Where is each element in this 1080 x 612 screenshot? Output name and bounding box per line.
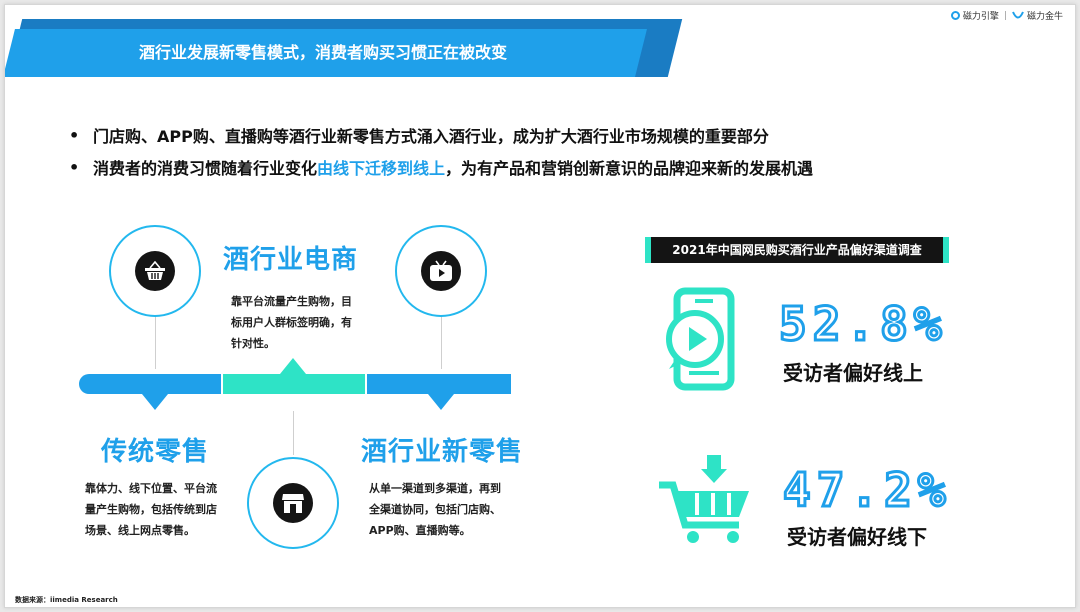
brand-separator: |	[1003, 10, 1007, 21]
shopping-cart-icon	[659, 455, 749, 543]
bullet-list: • 门店购、APP购、直播购等酒行业新零售方式涌入酒行业，成为扩大酒行业市场规模…	[69, 119, 813, 183]
brand-left-label: 磁力引擎	[962, 12, 999, 22]
brand-logos: 磁力引擎 | 磁力金牛	[950, 9, 1063, 22]
desc-line: APP购、直播购等。	[369, 524, 471, 537]
desc-line: 靠体力、线下位置、平台流	[85, 482, 217, 495]
bullet-text-before: 消费者的消费习惯随着行业变化	[93, 159, 318, 178]
bullet-item: • 消费者的消费习惯随着行业变化 由线下迁移到线上 ，为有产品和营销创新意识的品…	[69, 151, 813, 183]
cili-engine-logo-icon	[950, 11, 960, 20]
cili-jinniu-logo-icon	[1012, 11, 1024, 18]
slide: 酒行业发展新零售模式，消费者购买习惯正在被改变 磁力引擎 | 磁力金牛 • 门店…	[4, 4, 1076, 608]
timeline-pointer-up	[280, 358, 306, 374]
tv-play-icon	[421, 251, 461, 291]
brand-right-label: 磁力金牛	[1026, 12, 1063, 22]
page-title: 酒行业发展新零售模式，消费者购买习惯正在被改变	[138, 43, 507, 62]
survey-title: 2021年中国网民购买酒行业产品偏好渠道调查	[645, 237, 949, 263]
timeline-segment-new-retail	[367, 374, 511, 394]
timeline-pointer-down	[142, 394, 168, 410]
bullet-marker: •	[69, 125, 80, 145]
new-retail-icon-circle	[395, 225, 487, 317]
phone-video-icon	[666, 287, 735, 391]
new-retail-title: 酒行业新零售	[361, 437, 524, 467]
bullet-text: 门店购、APP购、直播购等酒行业新零售方式涌入酒行业，成为扩大酒行业市场规模的重…	[93, 127, 769, 146]
traditional-icon-circle	[247, 457, 339, 549]
ecommerce-icon-circle	[109, 225, 201, 317]
ecommerce-description: 靠平台流量产生购物，目 标用户人群标签明确，有 针对性。	[231, 291, 352, 354]
desc-line: 针对性。	[231, 337, 275, 350]
desc-line: 全渠道协同，包括门店购、	[369, 503, 501, 516]
desc-line: 场景、线上网点零售。	[85, 524, 195, 537]
desc-line: 从单一渠道到多渠道，再到	[369, 482, 501, 495]
data-source: 数据来源：iimedia Research	[15, 596, 118, 604]
timeline-segment-traditional	[79, 374, 221, 394]
traditional-title: 传统零售	[101, 437, 210, 467]
storefront-icon	[273, 483, 313, 523]
bullet-marker: •	[69, 157, 80, 177]
bullet-item: • 门店购、APP购、直播购等酒行业新零售方式涌入酒行业，成为扩大酒行业市场规模…	[69, 119, 813, 151]
online-label: 受访者偏好线上	[783, 361, 923, 385]
bullet-highlight: 由线下迁移到线上	[317, 159, 446, 178]
offline-label: 受访者偏好线下	[787, 525, 927, 549]
desc-line: 靠平台流量产生购物，目	[231, 295, 352, 308]
online-percentage: 52.8%	[777, 296, 948, 353]
bullet-text-after: ，为有产品和营销创新意识的品牌迎来新的发展机遇	[445, 159, 814, 178]
desc-line: 量产生购物，包括传统到店	[85, 503, 217, 516]
traditional-description: 靠体力、线下位置、平台流 量产生购物，包括传统到店 场景、线上网点零售。	[85, 478, 217, 541]
connector-line	[293, 411, 294, 455]
offline-percentage: 47.2%	[781, 462, 952, 519]
desc-line: 标用户人群标签明确，有	[231, 316, 352, 329]
new-retail-description: 从单一渠道到多渠道，再到 全渠道协同，包括门店购、 APP购、直播购等。	[369, 478, 501, 541]
ecommerce-title: 酒行业电商	[223, 245, 359, 275]
timeline-pointer-down	[428, 394, 454, 410]
shopping-basket-icon	[135, 251, 175, 291]
timeline-segment-ecommerce	[223, 374, 365, 394]
